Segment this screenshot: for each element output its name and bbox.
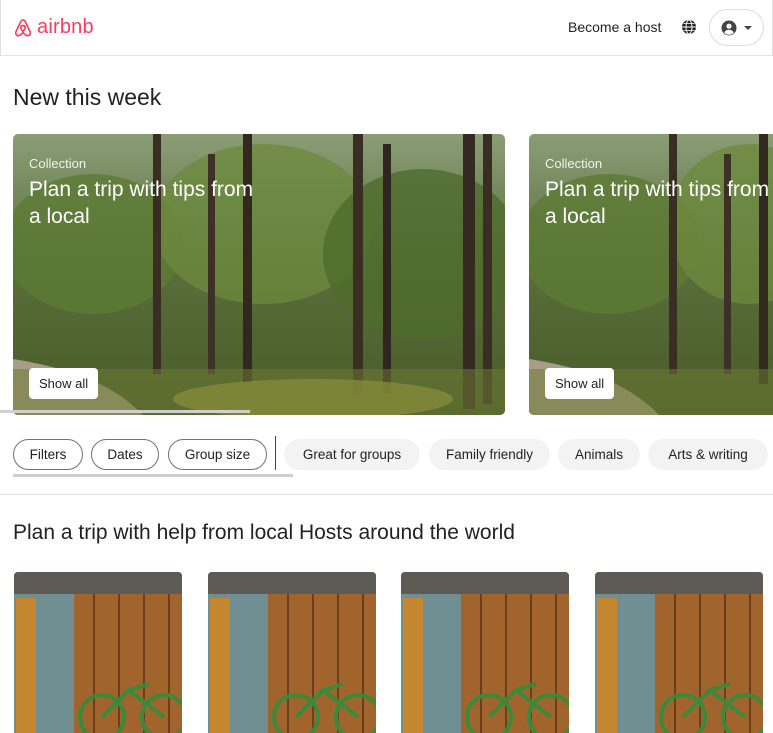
globe-icon[interactable]	[681, 19, 697, 35]
experience-card-image[interactable]	[595, 572, 763, 733]
logo-text: airbnb	[37, 16, 94, 38]
show-all-button[interactable]: Show all	[29, 368, 99, 399]
collection-card[interactable]: Collection Plan a trip with tips from a …	[13, 134, 505, 415]
become-host-link[interactable]: Become a host	[568, 19, 661, 35]
section-title-hosts: Plan a trip with help from local Hosts a…	[13, 521, 515, 544]
experience-card-image[interactable]	[14, 572, 182, 733]
card-title: Plan a trip with tips from a local	[545, 178, 770, 228]
filter-divider	[275, 436, 276, 470]
category-chip-great-for-groups[interactable]: Great for groups	[284, 439, 420, 470]
filter-scrollbar[interactable]	[13, 474, 293, 477]
collection-card[interactable]: Collection Plan a trip with tips from a …	[529, 134, 773, 415]
section-divider	[0, 494, 773, 495]
wooden-door-bicycle-image	[595, 572, 763, 733]
show-all-button[interactable]: Show all	[545, 368, 615, 399]
card-title: Plan a trip with tips from a local	[29, 178, 254, 228]
experience-card-image[interactable]	[208, 572, 376, 733]
airbnb-logo-icon	[14, 18, 32, 36]
category-chip-family-friendly[interactable]: Family friendly	[429, 439, 550, 470]
section-title-new-this-week: New this week	[13, 84, 162, 110]
filters-button[interactable]: Filters	[13, 439, 83, 470]
category-chip-animals[interactable]: Animals	[558, 439, 640, 470]
card-kicker: Collection	[545, 156, 603, 171]
experience-card-image[interactable]	[401, 572, 569, 733]
filter-bar: Filters Dates Group size Great for group…	[13, 436, 773, 471]
top-navbar: airbnb Become a host	[0, 0, 773, 56]
card-kicker: Collection	[29, 156, 87, 171]
dates-button[interactable]: Dates	[91, 439, 159, 470]
carousel-scrollbar[interactable]	[0, 410, 250, 413]
logo[interactable]: airbnb	[14, 16, 94, 39]
group-size-button[interactable]: Group size	[168, 439, 267, 470]
caret-down-icon	[743, 25, 752, 30]
wooden-door-bicycle-image	[208, 572, 376, 733]
wooden-door-bicycle-image	[401, 572, 569, 733]
user-icon	[721, 20, 736, 35]
wooden-door-bicycle-image	[14, 572, 182, 733]
profile-menu-button[interactable]	[709, 9, 764, 46]
category-chip-arts-writing[interactable]: Arts & writing	[648, 439, 768, 470]
